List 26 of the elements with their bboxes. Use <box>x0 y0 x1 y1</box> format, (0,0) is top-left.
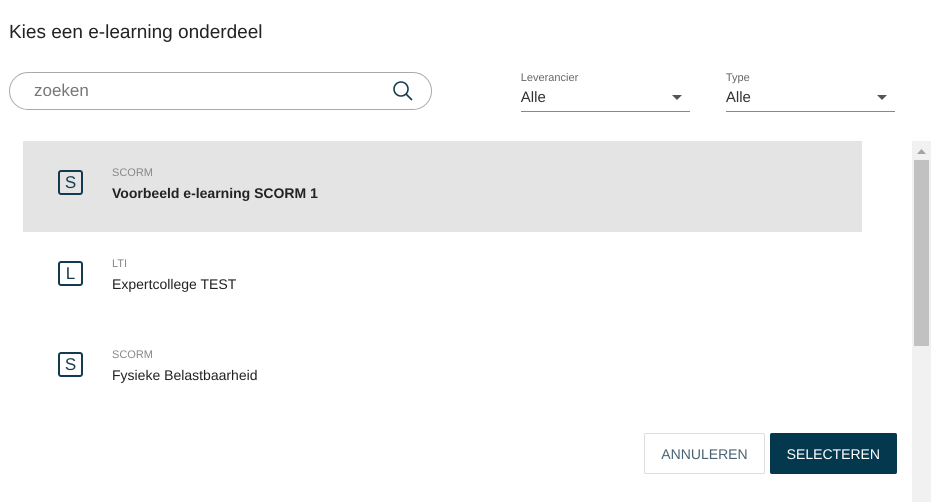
filter-select[interactable]: Alle <box>726 87 895 112</box>
item-name: Expertcollege TEST <box>112 276 236 292</box>
dialog-title: Kies een e-learning onderdeel <box>8 21 264 45</box>
type-letter-icon: L <box>58 261 83 286</box>
item-type: SCORM <box>112 167 154 179</box>
item-type: SCORM <box>112 349 154 361</box>
item-name: Voorbeeld e-learning SCORM 1 <box>112 185 318 201</box>
type-letter-icon: S <box>58 170 83 195</box>
list-item[interactable]: S SCORM Fysieke Belastbaarheid <box>23 323 862 414</box>
filter-label: Type <box>726 72 751 84</box>
cancel-button[interactable]: ANNULEREN <box>644 433 765 474</box>
list-item[interactable]: S SCORM Voorbeeld e-learning SCORM 1 <box>23 141 862 232</box>
filter-select[interactable]: Alle <box>520 87 690 112</box>
search-icon[interactable] <box>392 80 414 102</box>
scrollbar-thumb[interactable] <box>914 160 929 346</box>
dropdown-caret-icon <box>877 95 887 100</box>
list-item[interactable]: L LTI Expertcollege TEST <box>23 232 862 323</box>
select-button[interactable]: SELECTEREN <box>770 433 897 474</box>
type-letter-icon: S <box>58 352 83 377</box>
item-type: LTI <box>112 258 128 270</box>
filter-label: Leverancier <box>520 72 580 84</box>
search-field[interactable]: zoeken <box>9 72 432 110</box>
scrollbar[interactable] <box>912 141 931 502</box>
scroll-up-icon[interactable] <box>917 149 926 154</box>
item-name: Fysieke Belastbaarheid <box>112 367 258 383</box>
dropdown-caret-icon <box>672 95 682 100</box>
